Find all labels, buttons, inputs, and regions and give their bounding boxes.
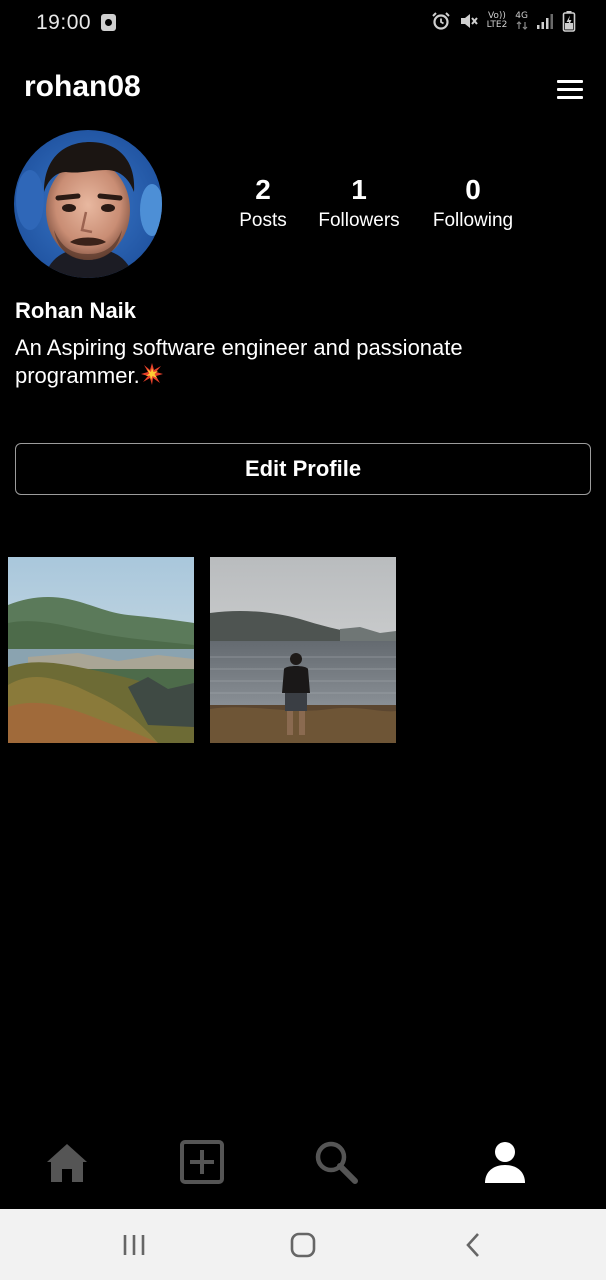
bio-text: An Aspiring software engineer and passio…	[15, 335, 463, 388]
network-indicator: Vo)) LTE2	[487, 12, 508, 30]
bottom-navigation	[0, 1120, 606, 1208]
following-count[interactable]: 0 Following	[426, 172, 520, 234]
display-name: Rohan Naik	[15, 298, 137, 323]
nav-home[interactable]	[37, 1132, 97, 1192]
mute-icon	[460, 14, 478, 28]
followers-count-value: 1	[351, 174, 367, 205]
username-title: rohan08	[24, 70, 141, 103]
home-circle-icon	[290, 1232, 316, 1258]
network-type-label: 4G	[515, 11, 528, 21]
hamburger-menu-icon[interactable]	[552, 76, 588, 106]
nav-profile[interactable]	[475, 1132, 535, 1192]
post-thumbnail-2[interactable]	[210, 557, 396, 743]
following-count-value: 0	[465, 174, 481, 205]
followers-count[interactable]: 1 Followers	[314, 172, 404, 234]
add-post-icon	[180, 1140, 224, 1184]
signal-icon	[537, 14, 553, 29]
home-icon	[47, 1144, 87, 1182]
back-button[interactable]	[453, 1227, 493, 1263]
collision-emoji-icon	[140, 363, 163, 385]
profile-icon	[485, 1142, 525, 1183]
posts-count[interactable]: 2 Posts	[228, 172, 298, 234]
notification-icon	[101, 14, 116, 31]
followers-count-label: Followers	[318, 210, 400, 231]
data-indicator: 4G	[515, 12, 528, 30]
following-count-label: Following	[432, 210, 514, 231]
recent-apps-icon	[123, 1235, 145, 1255]
mountain-landscape-photo	[8, 557, 194, 743]
avatar-photo	[14, 130, 162, 278]
edit-profile-button[interactable]: Edit Profile	[15, 443, 591, 495]
back-icon	[466, 1233, 479, 1257]
data-arrows-icon	[516, 21, 528, 30]
home-system-button[interactable]	[283, 1227, 323, 1263]
bio: An Aspiring software engineer and passio…	[15, 334, 575, 390]
battery-icon	[562, 11, 576, 32]
posts-count-value: 2	[255, 174, 271, 205]
recent-apps-button[interactable]	[114, 1227, 154, 1263]
nav-add-post[interactable]	[172, 1132, 232, 1192]
post-thumbnail-1[interactable]	[8, 557, 194, 743]
search-icon	[315, 1141, 358, 1184]
posts-count-label: Posts	[239, 210, 287, 231]
avatar[interactable]	[14, 130, 162, 278]
alarm-icon	[431, 12, 450, 30]
profile-header: rohan08	[0, 60, 606, 116]
status-icons: Vo)) LTE2 4G	[431, 10, 576, 32]
system-navigation-bar	[0, 1209, 606, 1280]
nav-search[interactable]	[306, 1132, 366, 1192]
status-bar: 19:00 Vo)) LTE2 4G	[0, 0, 606, 46]
status-time: 19:00	[36, 11, 92, 34]
lte-label: LTE2	[486, 20, 508, 30]
lake-person-photo	[210, 557, 396, 743]
